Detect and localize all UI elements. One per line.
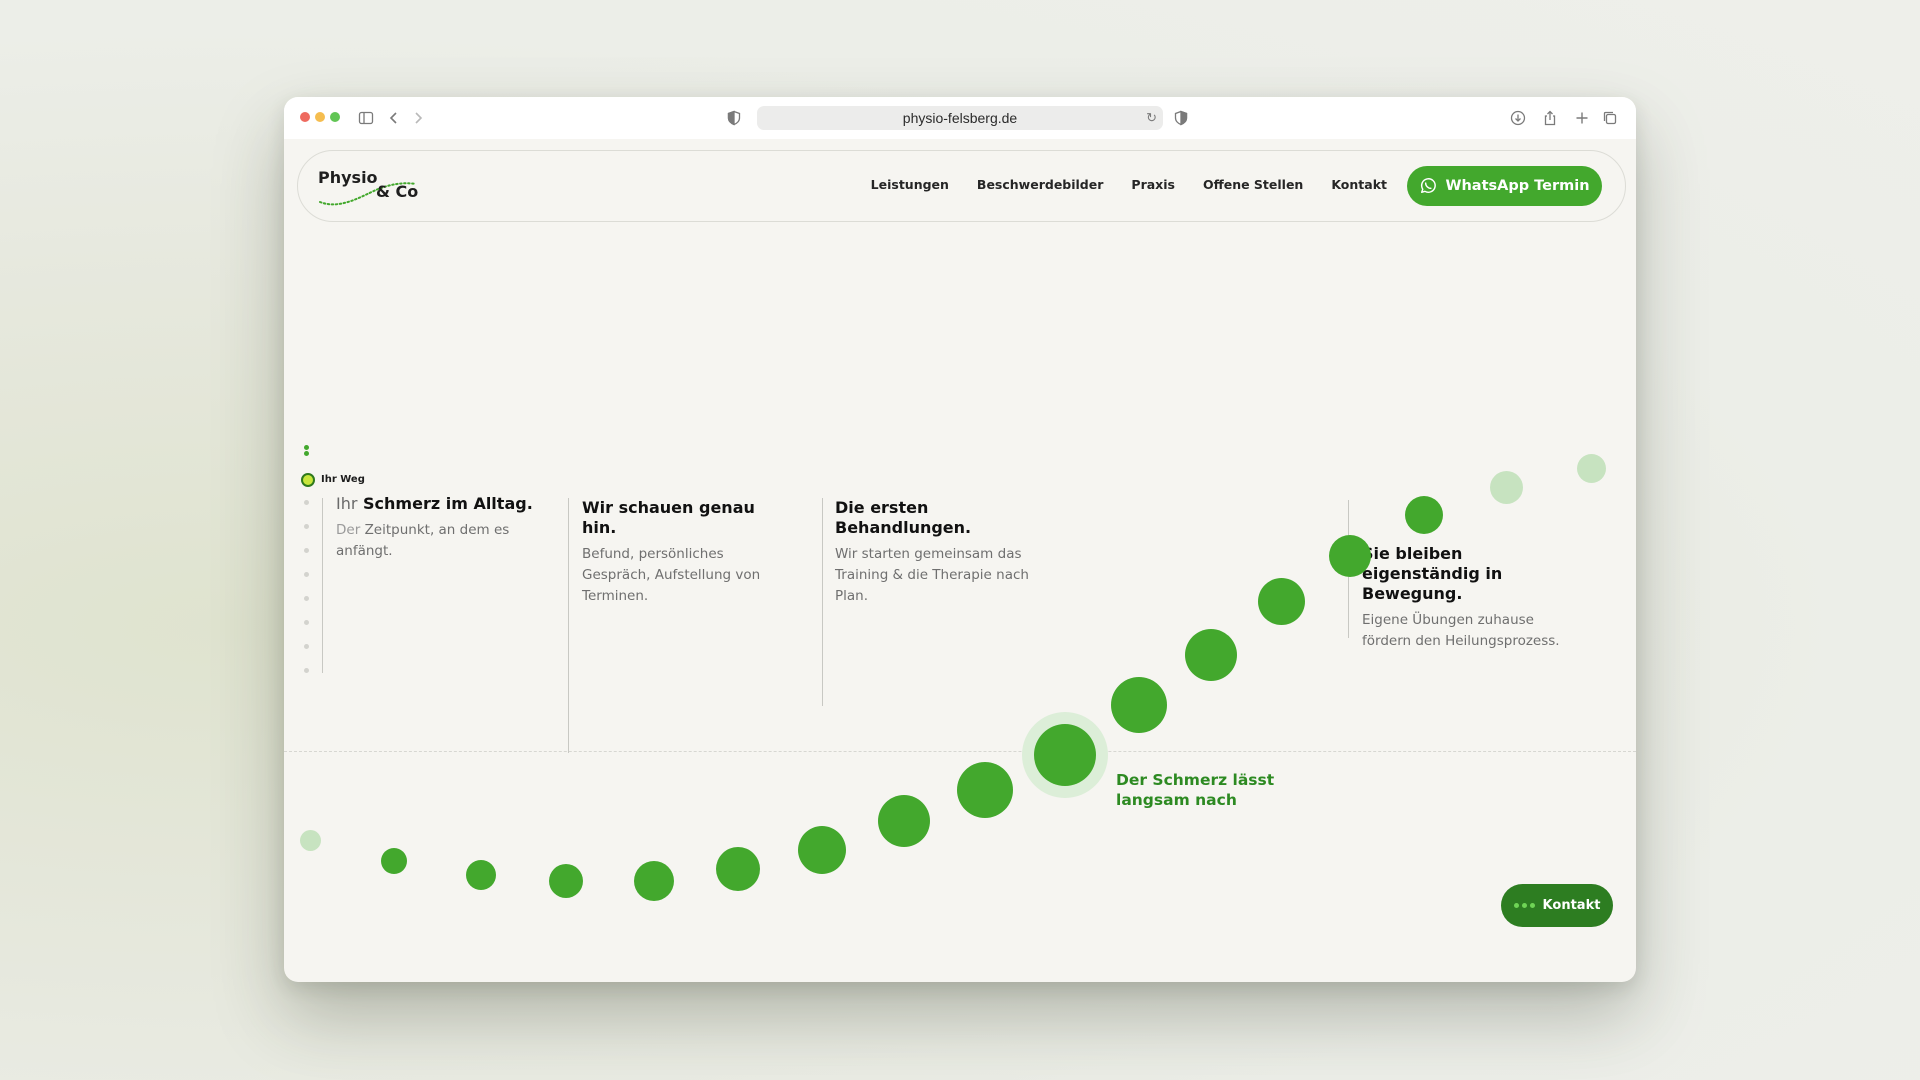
step-2-text: Befund, persönliches Gespräch, Aufstellu… [582, 546, 761, 604]
curve-dot [1258, 578, 1305, 625]
step-divider [822, 498, 823, 706]
curve-dot [1405, 496, 1443, 534]
close-window-button[interactable] [300, 112, 310, 122]
tab-overview-icon[interactable] [1600, 108, 1620, 128]
step-4-text: Eigene Übungen zuhause fördern den Heilu… [1362, 612, 1560, 649]
progress-dot [304, 620, 309, 625]
progress-dot [304, 596, 309, 601]
progress-dot [304, 451, 309, 456]
step-1-text: Der Zeitpunkt, an dem es anfängt. [336, 520, 546, 562]
pain-callout: Der Schmerz lässt langsam nach [1116, 771, 1275, 809]
step-1-text-muted: Der [336, 522, 361, 538]
new-tab-icon[interactable] [1572, 108, 1592, 128]
browser-toolbar: physio-felsberg.de ↻ [284, 97, 1636, 139]
nav-item-beschwerdebilder[interactable]: Beschwerdebilder [977, 177, 1103, 192]
journey-step-2: Wir schauen genau hin. Befund, persönlic… [582, 498, 787, 607]
progress-dot [304, 668, 309, 673]
curve-dot [798, 826, 846, 874]
whatsapp-termin-button[interactable]: WhatsApp Termin [1407, 166, 1602, 206]
curve-dot [1185, 629, 1237, 681]
curve-dot [1490, 471, 1523, 504]
sidebar-icon[interactable] [356, 108, 376, 128]
nav-item-kontakt[interactable]: Kontakt [1331, 177, 1387, 192]
main-nav: Leistungen Beschwerdebilder Praxis Offen… [871, 177, 1387, 192]
curve-dot [1329, 535, 1371, 577]
journey-step-4: Sie bleiben eigenständig in Bewegung. Ei… [1362, 544, 1577, 652]
journey-step-1: Ihr Schmerz im Alltag. Der Zeitpunkt, an… [336, 494, 546, 562]
curve-dot [716, 847, 760, 891]
step-4-title: Sie bleiben eigenständig in Bewegung. [1362, 544, 1503, 603]
site-header: Physio & Co Leistungen Beschwerdebilder … [297, 150, 1626, 222]
progress-dot [304, 644, 309, 649]
curve-dot [1111, 677, 1167, 733]
whatsapp-button-label: WhatsApp Termin [1445, 178, 1590, 194]
chat-dots-icon [1513, 903, 1535, 908]
zoom-window-button[interactable] [330, 112, 340, 122]
curve-dot [300, 830, 321, 851]
download-icon[interactable] [1508, 108, 1528, 128]
forward-icon[interactable] [408, 108, 428, 128]
extension-shield-icon[interactable] [1171, 108, 1191, 128]
baseline-divider [284, 751, 1636, 752]
logo-text-co: & Co [376, 182, 419, 201]
step-1-text-body: Zeitpunkt, an dem es anfängt. [336, 522, 510, 559]
nav-item-praxis[interactable]: Praxis [1131, 177, 1175, 192]
step-3-text: Wir starten gemeinsam das Training & die… [835, 546, 1029, 604]
nav-item-leistungen[interactable]: Leistungen [871, 177, 949, 192]
step-divider [322, 498, 323, 673]
step-1-title: Ihr Schmerz im Alltag. [336, 494, 546, 514]
kontakt-floating-button[interactable]: Kontakt [1501, 884, 1613, 927]
url-text: physio-felsberg.de [902, 110, 1018, 126]
browser-window: physio-felsberg.de ↻ Physio & Co Leistun… [284, 97, 1636, 982]
progress-dot [304, 445, 309, 450]
curve-dot [549, 864, 583, 898]
step-1-title-bold: Schmerz im Alltag. [363, 494, 533, 513]
curve-dot [466, 860, 496, 890]
privacy-shield-icon[interactable] [724, 108, 744, 128]
curve-dot [1577, 454, 1606, 483]
share-icon[interactable] [1540, 108, 1560, 128]
progress-dot [304, 548, 309, 553]
progress-dot [304, 524, 309, 529]
curve-dot [878, 795, 930, 847]
step-divider [568, 498, 569, 753]
back-icon[interactable] [384, 108, 404, 128]
journey-section: Ihr Weg Ihr Schmerz im Alltag. Der Zeitp… [284, 227, 1636, 982]
whatsapp-icon [1419, 177, 1437, 195]
current-stage-marker [301, 473, 315, 487]
logo[interactable]: Physio & Co [318, 168, 428, 208]
minimize-window-button[interactable] [315, 112, 325, 122]
curve-dot-highlight [1034, 724, 1096, 786]
step-3-title: Die ersten Behandlungen. [835, 498, 972, 537]
progress-dot [304, 500, 309, 505]
address-bar[interactable]: physio-felsberg.de ↻ [757, 106, 1163, 130]
reload-icon[interactable]: ↻ [1146, 110, 1157, 126]
step-1-title-muted: Ihr [336, 494, 358, 513]
nav-item-offene-stellen[interactable]: Offene Stellen [1203, 177, 1303, 192]
curve-dot [957, 762, 1013, 818]
curve-dot [381, 848, 407, 874]
kontakt-button-label: Kontakt [1542, 898, 1601, 913]
journey-step-3: Die ersten Behandlungen. Wir starten gem… [835, 498, 1040, 607]
progress-dot [304, 572, 309, 577]
step-2-title: Wir schauen genau hin. [582, 498, 755, 537]
curve-dot [634, 861, 674, 901]
stage-label: Ihr Weg [321, 474, 365, 485]
